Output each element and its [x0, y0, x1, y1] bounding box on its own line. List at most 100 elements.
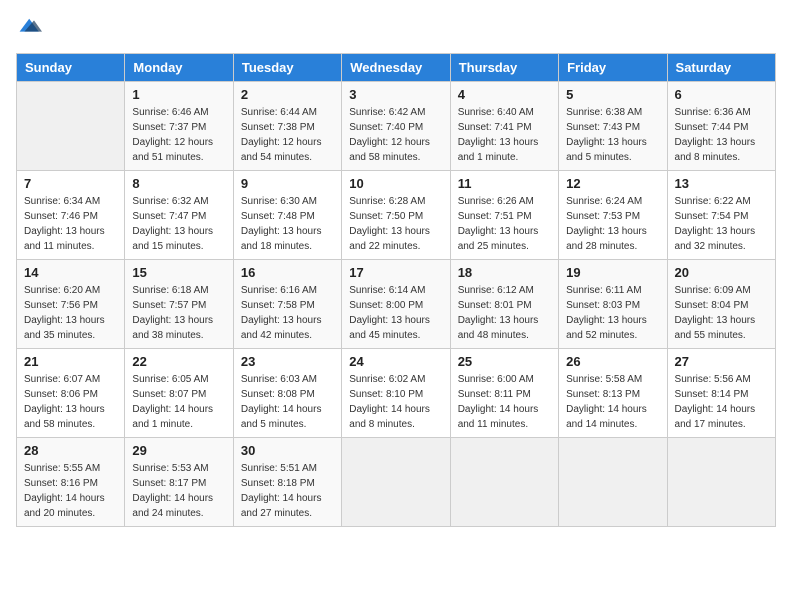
day-info: Sunrise: 6:32 AM Sunset: 7:47 PM Dayligh…	[132, 194, 225, 254]
day-number: 17	[349, 265, 442, 280]
day-number: 23	[241, 354, 334, 369]
calendar-table: SundayMondayTuesdayWednesdayThursdayFrid…	[16, 53, 776, 527]
day-header-thursday: Thursday	[450, 53, 558, 81]
day-number: 16	[241, 265, 334, 280]
day-info: Sunrise: 6:26 AM Sunset: 7:51 PM Dayligh…	[458, 194, 551, 254]
day-info: Sunrise: 6:40 AM Sunset: 7:41 PM Dayligh…	[458, 105, 551, 165]
day-number: 1	[132, 87, 225, 102]
calendar-cell	[17, 81, 125, 170]
day-info: Sunrise: 6:22 AM Sunset: 7:54 PM Dayligh…	[675, 194, 768, 254]
day-number: 2	[241, 87, 334, 102]
day-info: Sunrise: 6:09 AM Sunset: 8:04 PM Dayligh…	[675, 283, 768, 343]
day-info: Sunrise: 5:58 AM Sunset: 8:13 PM Dayligh…	[566, 372, 659, 432]
calendar-cell: 24 Sunrise: 6:02 AM Sunset: 8:10 PM Dayli…	[342, 348, 450, 437]
day-number: 11	[458, 176, 551, 191]
day-info: Sunrise: 6:11 AM Sunset: 8:03 PM Dayligh…	[566, 283, 659, 343]
day-info: Sunrise: 6:12 AM Sunset: 8:01 PM Dayligh…	[458, 283, 551, 343]
day-header-saturday: Saturday	[667, 53, 775, 81]
logo	[16, 16, 42, 41]
day-number: 22	[132, 354, 225, 369]
calendar-week-1: 1 Sunrise: 6:46 AM Sunset: 7:37 PM Daylig…	[17, 81, 776, 170]
calendar-cell	[342, 437, 450, 526]
day-number: 25	[458, 354, 551, 369]
calendar-cell: 16 Sunrise: 6:16 AM Sunset: 7:58 PM Dayli…	[233, 259, 341, 348]
day-info: Sunrise: 5:56 AM Sunset: 8:14 PM Dayligh…	[675, 372, 768, 432]
calendar-cell: 3 Sunrise: 6:42 AM Sunset: 7:40 PM Daylig…	[342, 81, 450, 170]
calendar-cell: 14Sunrise: 6:20 AM Sunset: 7:56 PM Dayli…	[17, 259, 125, 348]
day-info: Sunrise: 5:51 AM Sunset: 8:18 PM Dayligh…	[241, 461, 334, 521]
calendar-cell: 15 Sunrise: 6:18 AM Sunset: 7:57 PM Dayli…	[125, 259, 233, 348]
day-info: Sunrise: 6:03 AM Sunset: 8:08 PM Dayligh…	[241, 372, 334, 432]
calendar-cell	[667, 437, 775, 526]
day-info: Sunrise: 6:14 AM Sunset: 8:00 PM Dayligh…	[349, 283, 442, 343]
calendar-cell: 17 Sunrise: 6:14 AM Sunset: 8:00 PM Dayli…	[342, 259, 450, 348]
calendar-cell: 23 Sunrise: 6:03 AM Sunset: 8:08 PM Dayli…	[233, 348, 341, 437]
calendar-cell: 12 Sunrise: 6:24 AM Sunset: 7:53 PM Dayli…	[559, 170, 667, 259]
calendar-cell: 22 Sunrise: 6:05 AM Sunset: 8:07 PM Dayli…	[125, 348, 233, 437]
calendar-cell: 25 Sunrise: 6:00 AM Sunset: 8:11 PM Dayli…	[450, 348, 558, 437]
day-number: 27	[675, 354, 768, 369]
day-info: Sunrise: 6:42 AM Sunset: 7:40 PM Dayligh…	[349, 105, 442, 165]
day-info: Sunrise: 6:07 AM Sunset: 8:06 PM Dayligh…	[24, 372, 117, 432]
day-info: Sunrise: 6:44 AM Sunset: 7:38 PM Dayligh…	[241, 105, 334, 165]
day-info: Sunrise: 6:46 AM Sunset: 7:37 PM Dayligh…	[132, 105, 225, 165]
calendar-cell: 21 Sunrise: 6:07 AM Sunset: 8:06 PM Dayli…	[17, 348, 125, 437]
day-number: 19	[566, 265, 659, 280]
calendar-cell: 9 Sunrise: 6:30 AM Sunset: 7:48 PM Daylig…	[233, 170, 341, 259]
calendar-cell: 7 Sunrise: 6:34 AM Sunset: 7:46 PM Daylig…	[17, 170, 125, 259]
calendar-cell: 1 Sunrise: 6:46 AM Sunset: 7:37 PM Daylig…	[125, 81, 233, 170]
day-header-friday: Friday	[559, 53, 667, 81]
day-number: 15	[132, 265, 225, 280]
day-info: Sunrise: 6:24 AM Sunset: 7:53 PM Dayligh…	[566, 194, 659, 254]
day-info: Sunrise: 6:16 AM Sunset: 7:58 PM Dayligh…	[241, 283, 334, 343]
calendar-week-5: 28 Sunrise: 5:55 AM Sunset: 8:16 PM Dayli…	[17, 437, 776, 526]
day-number: 21	[24, 354, 117, 369]
day-info: Sunrise: 6:18 AM Sunset: 7:57 PM Dayligh…	[132, 283, 225, 343]
day-info: Sunrise: 6:02 AM Sunset: 8:10 PM Dayligh…	[349, 372, 442, 432]
day-header-sunday: Sunday	[17, 53, 125, 81]
day-number: 9	[241, 176, 334, 191]
calendar-cell	[450, 437, 558, 526]
day-number: 12	[566, 176, 659, 191]
day-number: 26	[566, 354, 659, 369]
calendar-cell: 27 Sunrise: 5:56 AM Sunset: 8:14 PM Dayli…	[667, 348, 775, 437]
day-info: Sunrise: 6:34 AM Sunset: 7:46 PM Dayligh…	[24, 194, 117, 254]
day-info: Sunrise: 5:53 AM Sunset: 8:17 PM Dayligh…	[132, 461, 225, 521]
day-info: Sunrise: 6:30 AM Sunset: 7:48 PM Dayligh…	[241, 194, 334, 254]
calendar-cell: 30Sunrise: 5:51 AM Sunset: 8:18 PM Dayli…	[233, 437, 341, 526]
calendar-week-2: 7 Sunrise: 6:34 AM Sunset: 7:46 PM Daylig…	[17, 170, 776, 259]
day-info: Sunrise: 5:55 AM Sunset: 8:16 PM Dayligh…	[24, 461, 117, 521]
day-number: 18	[458, 265, 551, 280]
calendar-cell: 11 Sunrise: 6:26 AM Sunset: 7:51 PM Dayli…	[450, 170, 558, 259]
calendar-cell: 8Sunrise: 6:32 AM Sunset: 7:47 PM Daylig…	[125, 170, 233, 259]
day-number: 13	[675, 176, 768, 191]
day-info: Sunrise: 6:28 AM Sunset: 7:50 PM Dayligh…	[349, 194, 442, 254]
day-info: Sunrise: 6:20 AM Sunset: 7:56 PM Dayligh…	[24, 283, 117, 343]
calendar-cell: 19 Sunrise: 6:11 AM Sunset: 8:03 PM Dayli…	[559, 259, 667, 348]
calendar-cell	[559, 437, 667, 526]
day-header-monday: Monday	[125, 53, 233, 81]
day-number: 7	[24, 176, 117, 191]
day-info: Sunrise: 6:00 AM Sunset: 8:11 PM Dayligh…	[458, 372, 551, 432]
calendar-week-4: 21 Sunrise: 6:07 AM Sunset: 8:06 PM Dayli…	[17, 348, 776, 437]
calendar-cell: 2 Sunrise: 6:44 AM Sunset: 7:38 PM Daylig…	[233, 81, 341, 170]
page-header	[16, 16, 776, 41]
calendar-cell: 28 Sunrise: 5:55 AM Sunset: 8:16 PM Dayli…	[17, 437, 125, 526]
day-header-wednesday: Wednesday	[342, 53, 450, 81]
calendar-cell: 29Sunrise: 5:53 AM Sunset: 8:17 PM Dayli…	[125, 437, 233, 526]
day-number: 20	[675, 265, 768, 280]
day-number: 28	[24, 443, 117, 458]
day-header-tuesday: Tuesday	[233, 53, 341, 81]
day-info: Sunrise: 6:38 AM Sunset: 7:43 PM Dayligh…	[566, 105, 659, 165]
day-number: 10	[349, 176, 442, 191]
logo-icon	[18, 16, 42, 36]
day-info: Sunrise: 6:05 AM Sunset: 8:07 PM Dayligh…	[132, 372, 225, 432]
logo-text	[16, 16, 42, 41]
calendar-week-3: 14Sunrise: 6:20 AM Sunset: 7:56 PM Dayli…	[17, 259, 776, 348]
calendar-cell: 10 Sunrise: 6:28 AM Sunset: 7:50 PM Dayli…	[342, 170, 450, 259]
day-number: 6	[675, 87, 768, 102]
calendar-cell: 5Sunrise: 6:38 AM Sunset: 7:43 PM Daylig…	[559, 81, 667, 170]
day-number: 24	[349, 354, 442, 369]
calendar-cell: 26 Sunrise: 5:58 AM Sunset: 8:13 PM Dayli…	[559, 348, 667, 437]
day-number: 3	[349, 87, 442, 102]
